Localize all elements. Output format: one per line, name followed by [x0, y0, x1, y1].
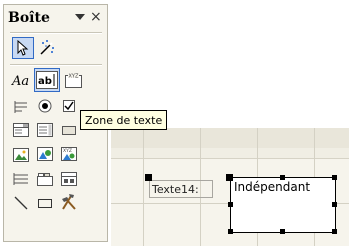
control-wizards-icon: [40, 40, 54, 55]
unbound-object-frame-tool-button[interactable]: [34, 143, 56, 165]
text-box-tool-button[interactable]: ab: [34, 68, 60, 92]
resize-handle[interactable]: [228, 229, 233, 234]
text-box-icon: ab: [36, 71, 58, 89]
svg-text:Aa: Aa: [11, 74, 29, 88]
more-controls-icon: [62, 194, 76, 210]
subform-icon: [61, 172, 77, 186]
toggle-button-tool-button[interactable]: [10, 95, 32, 117]
tab-control-icon: [37, 173, 53, 186]
svg-text:XYZ: XYZ: [63, 148, 72, 154]
form-label-text: Texte14:: [152, 182, 199, 196]
unbound-object-frame-icon: [37, 147, 53, 161]
resize-handle[interactable]: [280, 175, 285, 180]
tooltip-text: Zone de texte: [85, 113, 163, 127]
toggle-button-icon: [14, 101, 27, 113]
toolbox-separator: [10, 64, 102, 66]
line-icon: [14, 196, 28, 210]
page-break-tool-button[interactable]: [10, 168, 32, 190]
label-tool-button[interactable]: Aa: [10, 69, 32, 91]
image-icon: [13, 148, 29, 162]
page-break-icon: [13, 173, 28, 185]
pointer-select-icon: [17, 40, 29, 56]
move-handle[interactable]: [226, 174, 233, 181]
form-text-box-value: Indépendant: [234, 180, 311, 194]
bound-object-frame-icon: XYZ: [61, 147, 77, 161]
option-group-tool-button[interactable]: XYZ: [63, 69, 85, 91]
toolbox-title: Boîte: [8, 10, 50, 26]
move-handle[interactable]: [145, 174, 152, 181]
check-box-tool-button[interactable]: [58, 95, 80, 117]
rectangle-tool-button[interactable]: [34, 192, 56, 214]
option-button-tool-button[interactable]: [34, 95, 56, 117]
tooltip: Zone de texte: [80, 110, 168, 130]
grid-line: [143, 128, 144, 246]
combo-box-icon: [13, 123, 29, 137]
toolbox-title-bar[interactable]: Boîte ×: [4, 5, 107, 31]
option-group-icon: XYZ: [65, 72, 82, 88]
list-box-icon: [37, 123, 53, 137]
label-icon: Aa: [11, 74, 29, 88]
form-text-box-control[interactable]: Indépendant: [230, 177, 336, 233]
form-label-control[interactable]: Texte14:: [149, 180, 213, 198]
tab-control-tool-button[interactable]: [34, 168, 56, 190]
bound-object-frame-tool-button[interactable]: XYZ: [58, 143, 80, 165]
command-button-tool-button[interactable]: [58, 119, 80, 141]
option-button-icon: [38, 99, 52, 113]
list-box-tool-button[interactable]: [34, 119, 56, 141]
pointer-select-button[interactable]: [12, 37, 34, 59]
svg-text:XYZ: XYZ: [69, 74, 79, 80]
check-box-icon: [63, 100, 75, 112]
toolbox-separator: [10, 32, 102, 34]
line-tool-button[interactable]: [10, 192, 32, 214]
combo-box-tool-button[interactable]: [10, 119, 32, 141]
control-wizards-button[interactable]: [36, 37, 58, 59]
resize-handle[interactable]: [228, 202, 233, 207]
resize-handle[interactable]: [332, 202, 337, 207]
subform-tool-button[interactable]: [58, 168, 80, 190]
command-button-icon: [62, 126, 76, 135]
resize-handle[interactable]: [332, 229, 337, 234]
close-icon[interactable]: ×: [90, 9, 102, 25]
rectangle-icon: [38, 199, 52, 208]
more-controls-tool-button[interactable]: [58, 192, 80, 214]
resize-handle[interactable]: [280, 229, 285, 234]
svg-text:ab: ab: [38, 76, 52, 87]
image-tool-button[interactable]: [10, 144, 32, 166]
chevron-down-icon[interactable]: [75, 14, 85, 20]
resize-handle[interactable]: [332, 175, 337, 180]
